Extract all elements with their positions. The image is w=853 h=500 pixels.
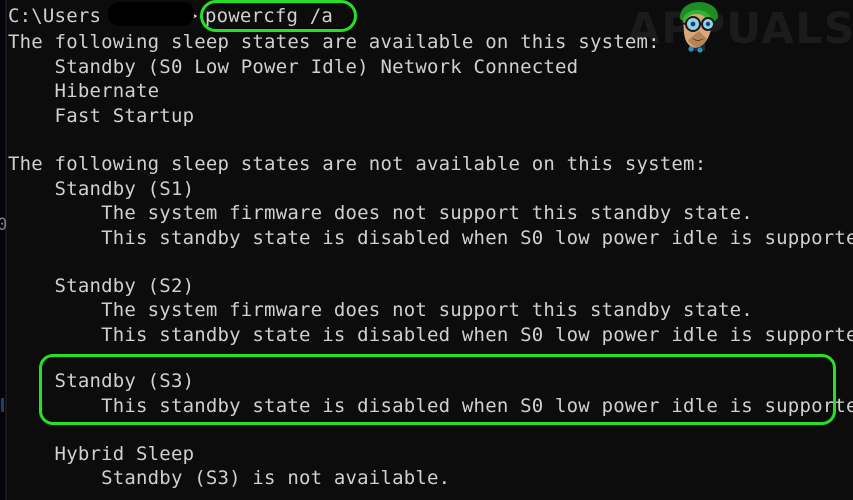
- output-line-s1-firmware: The system firmware does not support thi…: [8, 202, 753, 224]
- standby-s3-highlight: [39, 354, 836, 425]
- output-line-unavailable-header: The following sleep states are not avail…: [8, 153, 707, 175]
- prompt-path: C:\Users: [8, 5, 102, 27]
- terminal-output: C:\Users > powercfg /a The following sle…: [0, 0, 853, 500]
- output-line-s2-disabled: This standby state is disabled when S0 l…: [8, 324, 853, 346]
- scrollbar-thumb[interactable]: [1, 398, 4, 412]
- output-line-s1-disabled: This standby state is disabled when S0 l…: [8, 227, 853, 249]
- window-left-edge-highlight: [5, 0, 7, 500]
- output-line-standby-s0: Standby (S0 Low Power Idle) Network Conn…: [8, 56, 579, 78]
- output-line-hybrid-s3-status: Standby (S3) is not available.: [8, 467, 451, 489]
- output-line-standby-s2: Standby (S2): [8, 275, 195, 297]
- output-line-available-header: The following sleep states are available…: [8, 31, 660, 53]
- output-line-hybrid-sleep: Hybrid Sleep: [8, 443, 195, 465]
- output-line-fast-startup: Fast Startup: [8, 105, 195, 127]
- output-line-s2-firmware: The system firmware does not support thi…: [8, 299, 753, 321]
- command-prompt-window: 0 APPUALS C:\Users powercfg /a The follo…: [0, 0, 853, 500]
- clipped-edge-glyph: 0: [0, 215, 8, 235]
- output-line-standby-s1: Standby (S1): [8, 178, 195, 200]
- powercfg-command-highlight: [200, 0, 357, 32]
- output-line-hibernate: Hibernate: [8, 80, 160, 102]
- username-redaction: [108, 2, 194, 26]
